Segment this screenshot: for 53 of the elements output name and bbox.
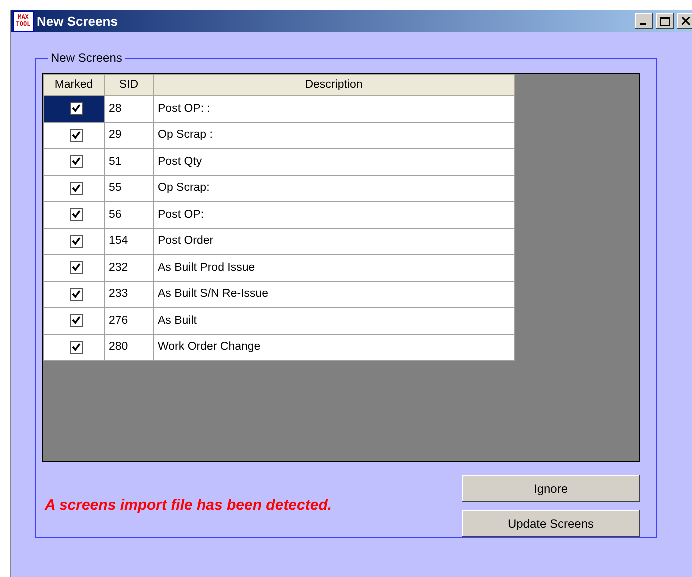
column-header[interactable]: SID [104, 74, 154, 96]
table-cell: 55 [104, 175, 154, 202]
marked-cell[interactable] [44, 202, 104, 228]
checkbox[interactable] [70, 340, 82, 354]
table-cell: 276 [104, 308, 154, 334]
close-button[interactable] [677, 13, 692, 29]
table-cell: 51 [104, 148, 154, 175]
table-cell: 233 [104, 281, 154, 308]
table-cell: As Built [154, 308, 514, 334]
table-cell: 56 [104, 202, 154, 228]
marked-cell[interactable] [44, 175, 104, 202]
marked-cell[interactable] [44, 334, 104, 360]
table-cell: Work Order Change [154, 334, 514, 360]
table-cell: Post OP: : [154, 96, 514, 122]
checkbox[interactable] [70, 288, 82, 301]
table-cell: As Built S/N Re-Issue [154, 281, 514, 308]
checkbox[interactable] [70, 208, 82, 222]
marked-cell[interactable] [44, 148, 104, 175]
checkbox[interactable] [70, 182, 82, 195]
table-cell: Op Scrap : [154, 122, 514, 148]
table-cell: Op Scrap: [154, 175, 514, 202]
checkbox[interactable] [70, 234, 82, 248]
marked-cell[interactable] [44, 308, 104, 334]
close-icon [682, 17, 690, 25]
marked-cell[interactable] [44, 281, 104, 308]
window-title: New Screens [37, 14, 119, 28]
maximize-icon [660, 16, 670, 26]
checkbox[interactable] [70, 261, 82, 274]
table-cell: Post OP: [154, 202, 514, 228]
checkbox[interactable] [70, 128, 82, 142]
status-message: A screens import file has been detected. [45, 497, 332, 514]
marked-cell[interactable] [44, 228, 104, 254]
marked-cell[interactable] [44, 254, 104, 281]
minimize-button[interactable] [635, 13, 653, 29]
checkbox[interactable] [70, 314, 82, 328]
checkbox[interactable] [70, 102, 82, 116]
dialog-button[interactable]: Ignore [462, 475, 640, 502]
table-cell: 232 [104, 254, 154, 281]
table-cell: Post Qty [154, 148, 514, 175]
checkbox[interactable] [70, 155, 82, 168]
marked-cell[interactable] [44, 122, 104, 148]
maximize-button[interactable] [656, 13, 674, 29]
group-title: New Screens [50, 51, 124, 65]
table-cell: 28 [104, 96, 154, 122]
table-cell: 154 [104, 228, 154, 254]
table-cell: 280 [104, 334, 154, 360]
dialog-button[interactable]: Update Screens [462, 510, 640, 537]
marked-cell[interactable] [44, 96, 104, 122]
table-cell: Post Order [154, 228, 514, 254]
column-header[interactable]: Marked [44, 74, 104, 96]
table-cell: As Built Prod Issue [154, 254, 514, 281]
column-header[interactable]: Description [154, 74, 514, 96]
table-cell: 29 [104, 122, 154, 148]
